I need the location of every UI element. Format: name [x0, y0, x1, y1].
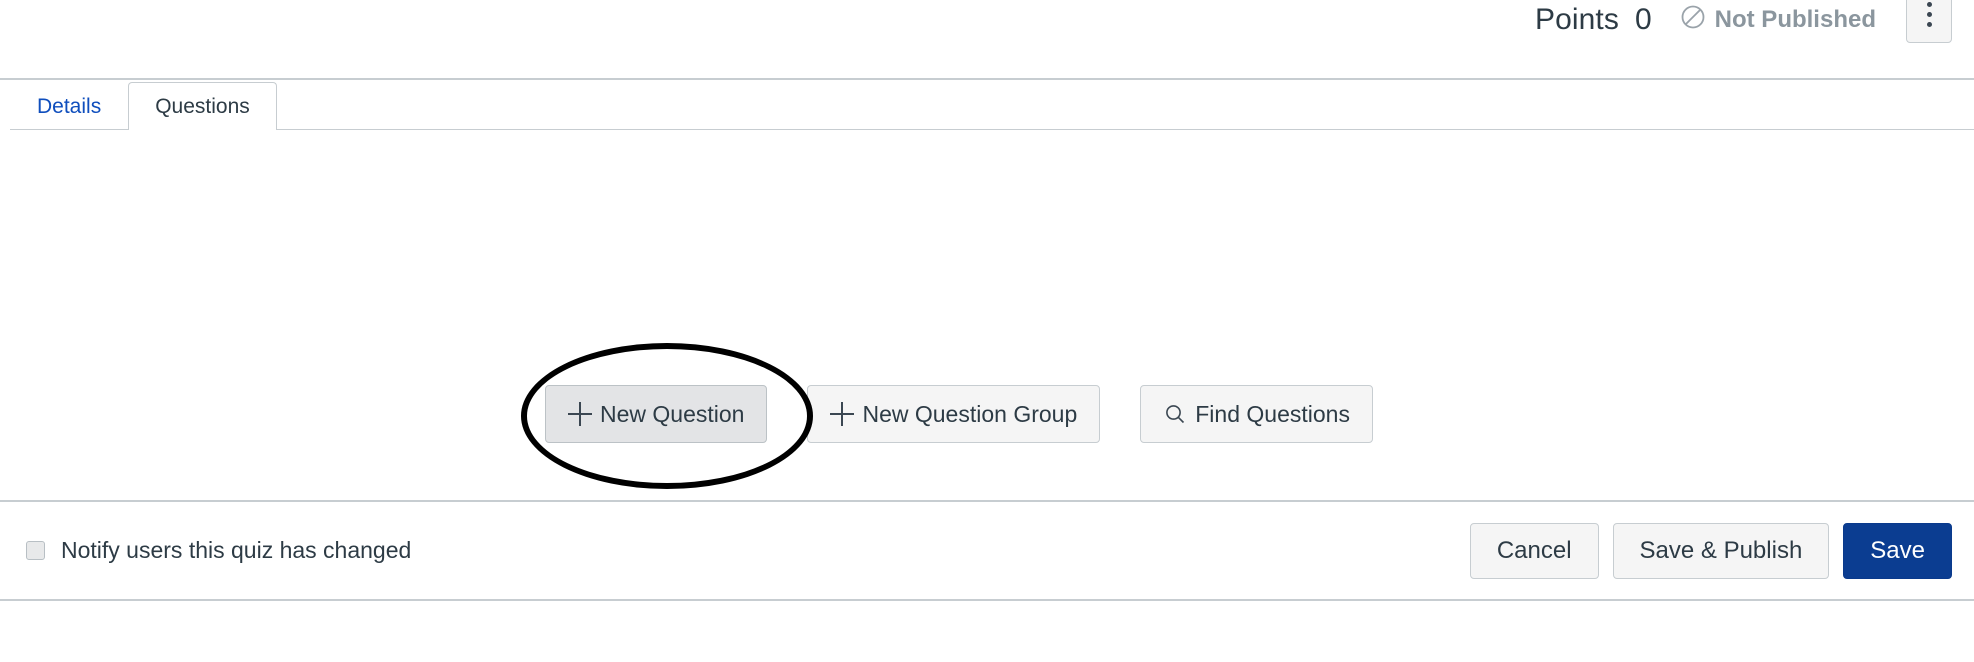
quiz-header: Points 0 Not Published [0, 0, 1974, 80]
notify-users-group[interactable]: Notify users this quiz has changed [26, 537, 411, 564]
more-options-dot [1926, 11, 1932, 17]
plus-icon [830, 402, 855, 426]
points-value: 0 [1634, 3, 1652, 36]
publish-status: Not Published [1680, 4, 1876, 37]
plus-icon [568, 402, 592, 426]
more-options-dot [1926, 21, 1932, 27]
tab-details[interactable]: Details [10, 82, 128, 130]
notify-users-checkbox[interactable] [26, 541, 45, 560]
more-options-button[interactable] [1906, 0, 1952, 43]
cancel-button[interactable]: Cancel [1469, 522, 1599, 579]
new-question-button[interactable]: New Question [545, 385, 768, 443]
quiz-tabs: Details Questions [0, 82, 1974, 131]
tabs-baseline [10, 129, 1974, 130]
new-question-group-button[interactable]: New Question Group [807, 385, 1101, 443]
tab-details-label: Details [37, 94, 102, 118]
notify-users-label: Notify users this quiz has changed [61, 537, 412, 563]
new-question-group-label: New Question Group [862, 400, 1078, 427]
footer-action-buttons: Cancel Save & Publish Save [1469, 522, 1952, 579]
save-and-publish-button[interactable]: Save & Publish [1612, 522, 1830, 579]
tab-list: Details Questions [10, 82, 277, 131]
questions-panel: New Question New Question Group Find Que… [0, 131, 1974, 500]
more-options-vertical-icon [1926, 1, 1932, 7]
save-and-publish-label: Save & Publish [1639, 536, 1803, 564]
save-button[interactable]: Save [1843, 522, 1952, 579]
points-label: Points [1534, 3, 1619, 36]
tab-questions[interactable]: Questions [128, 82, 277, 131]
search-icon [1163, 402, 1187, 426]
cancel-button-label: Cancel [1496, 536, 1572, 564]
find-questions-button[interactable]: Find Questions [1140, 385, 1373, 443]
tab-questions-label: Questions [155, 94, 250, 118]
new-question-label: New Question [600, 400, 745, 427]
find-questions-label: Find Questions [1195, 400, 1350, 427]
publish-status-label: Not Published [1714, 6, 1876, 33]
quiz-footer-bar: Notify users this quiz has changed Cance… [0, 500, 1974, 601]
save-button-label: Save [1870, 536, 1925, 564]
question-action-row: New Question New Question Group Find Que… [545, 385, 1373, 443]
not-published-icon [1680, 4, 1706, 37]
header-right-group: Points 0 Not Published [1535, 0, 1952, 48]
